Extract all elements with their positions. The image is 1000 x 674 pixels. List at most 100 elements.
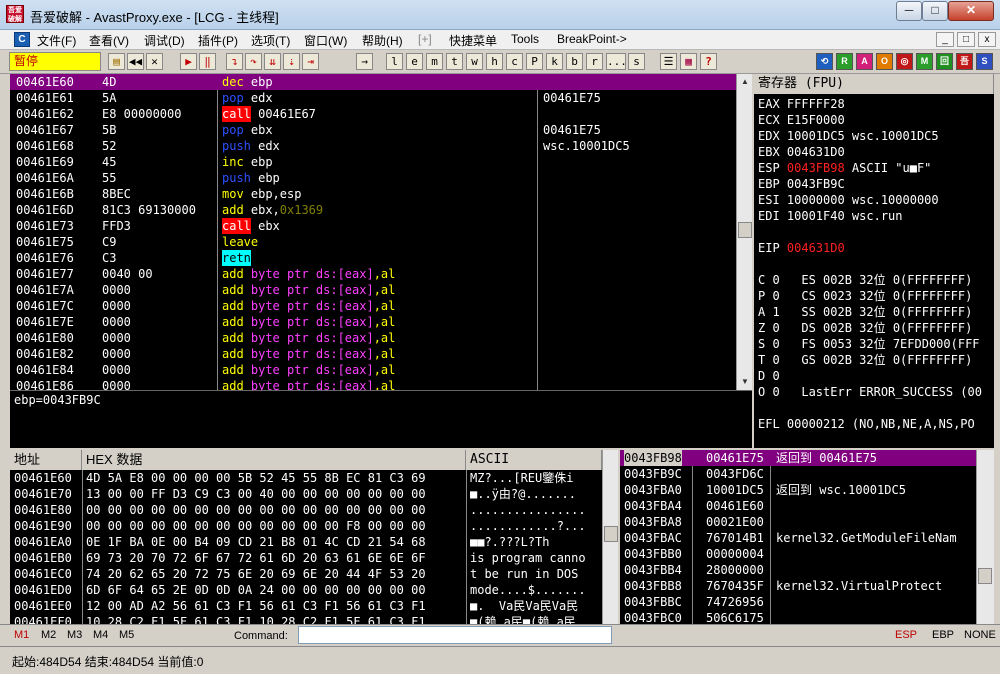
toolbar-btn-r[interactable]: r <box>586 53 603 70</box>
help-icon[interactable]: ? <box>700 53 717 70</box>
register-line[interactable]: D 0 <box>758 368 780 384</box>
disasm-row[interactable]: 00461E84 0000 add byte ptr ds:[eax],al <box>10 362 736 378</box>
disasm-row[interactable]: 00461E67 5B pop ebx 00461E75 <box>10 122 736 138</box>
dump-row[interactable]: 00461E80 00 00 00 00 00 00 00 00 00 00 00… <box>10 502 602 518</box>
child-restore-button[interactable]: □ <box>957 32 975 47</box>
toolbar-btn-p[interactable]: P <box>526 53 543 70</box>
dump-row[interactable]: 00461EF0 10 28 C2 F1 5F 61 C3 F1 10 28 C2… <box>10 614 602 624</box>
toolbar-btn-k[interactable]: k <box>546 53 563 70</box>
disasm-row[interactable]: 00461E86 0000 add byte ptr ds:[eax],al <box>10 378 736 390</box>
register-line[interactable]: EDI 10001F40 wsc.run <box>758 208 903 224</box>
dump-row[interactable]: 00461EB0 69 73 20 70 72 6F 67 72 61 6D 20… <box>10 550 602 566</box>
stack-row[interactable]: 0043FBAC 767014B1 kernel32.GetModuleFileNa… <box>620 530 976 546</box>
menu-shortcut[interactable]: 快捷菜单 <box>449 32 497 49</box>
step-over-icon[interactable]: ↷ <box>245 53 262 70</box>
register-line[interactable]: S 0 FS 0053 32位 7EFDD000(FFF <box>758 336 980 352</box>
disasm-row[interactable]: 00461E7C 0000 add byte ptr ds:[eax],al <box>10 298 736 314</box>
disasm-scroll-thumb[interactable] <box>738 222 752 238</box>
rewind-icon[interactable]: ◀◀ <box>127 53 144 70</box>
disasm-row[interactable]: 00461E69 45 inc ebp <box>10 154 736 170</box>
command-input[interactable] <box>298 626 612 644</box>
scroll-up-icon[interactable]: ▲ <box>737 74 752 90</box>
disasm-row[interactable]: 00461E6B 8BEC mov ebp,esp <box>10 186 736 202</box>
disasm-row[interactable]: 00461E6D 81C3 69130000 add ebx,0x1369 <box>10 202 736 218</box>
register-line[interactable]: EFL 00000212 (NO,NB,NE,A,NS,PO <box>758 416 975 432</box>
menu-file[interactable]: 文件(F) <box>37 32 76 49</box>
register-line[interactable]: ECX E15F0000 <box>758 112 845 128</box>
register-line[interactable]: P 0 CS 0023 32位 0(FFFFFFFF) <box>758 288 972 304</box>
menu-breakpoint[interactable]: BreakPoint-> <box>557 32 627 46</box>
target-icon[interactable]: ◎ <box>896 53 913 70</box>
toolbar-btn-h[interactable]: h <box>486 53 503 70</box>
register-line[interactable]: Z 0 DS 002B 32位 0(FFFFFFFF) <box>758 320 972 336</box>
stack-row[interactable]: 0043FBA0 10001DC5 返回到 wsc.10001DC5 <box>620 482 976 498</box>
toolbar-icon-hui[interactable]: 回 <box>936 53 953 70</box>
trace-over-icon[interactable]: ⇣ <box>283 53 300 70</box>
toolbar-btn-t[interactable]: t <box>446 53 463 70</box>
stack-pane[interactable]: 0043FB98 00461E75 返回到 00461E75 0043FB9C 0043… <box>620 450 976 624</box>
close-button[interactable]: ✕ <box>948 1 994 21</box>
execute-till-return-icon[interactable]: ⇥ <box>302 53 319 70</box>
register-line[interactable]: O 0 LastErr ERROR_SUCCESS (00 <box>758 384 982 400</box>
dump-row[interactable]: 00461EC0 74 20 62 65 20 72 75 6E 20 69 6E… <box>10 566 602 582</box>
stack-row[interactable]: 0043FBB4 28000000 <box>620 562 976 578</box>
toolbar-btn-s[interactable]: s <box>628 53 645 70</box>
register-line[interactable]: ESP 0043FB98 ASCII "u■F" <box>758 160 931 176</box>
tab-m2[interactable]: M2 <box>41 629 56 641</box>
stack-row[interactable]: 0043FBB0 00000004 <box>620 546 976 562</box>
disasm-row[interactable]: 00461E62 E8 00000000 call 00461E67 <box>10 106 736 122</box>
register-line[interactable]: ESI 10000000 wsc.10000000 <box>758 192 939 208</box>
menu-plus[interactable]: [+] <box>418 32 432 46</box>
list-icon[interactable]: ☰ <box>660 53 677 70</box>
toolbar-btn-m[interactable]: m <box>426 53 443 70</box>
dump-scroll-thumb[interactable] <box>604 526 618 542</box>
disasm-row[interactable]: 00461E68 52 push edx wsc.10001DC5 <box>10 138 736 154</box>
tab-m3[interactable]: M3 <box>67 629 82 641</box>
pause-icon[interactable]: ‖ <box>199 53 216 70</box>
stack-row[interactable]: 0043FBBC 74726956 <box>620 594 976 610</box>
register-line[interactable]: EBP 0043FB9C <box>758 176 845 192</box>
disasm-row[interactable]: 00461E61 5A pop edx 00461E75 <box>10 90 736 106</box>
stack-row[interactable]: 0043FBC0 506C6175 <box>620 610 976 624</box>
dump-row[interactable]: 00461EE0 12 00 AD A2 56 61 C3 F1 56 61 C3… <box>10 598 602 614</box>
ebp-toggle[interactable]: EBP <box>932 629 954 641</box>
dump-row[interactable]: 00461E60 4D 5A E8 00 00 00 00 5B 52 45 55… <box>10 470 602 486</box>
disasm-row[interactable]: 00461E77 0040 00 add byte ptr ds:[eax],al <box>10 266 736 282</box>
toolbar-icon-r[interactable]: R <box>836 53 853 70</box>
menu-options[interactable]: 选项(T) <box>251 32 290 49</box>
menu-window[interactable]: 窗口(W) <box>304 32 347 49</box>
register-line[interactable]: A 1 SS 002B 32位 0(FFFFFFFF) <box>758 304 972 320</box>
dump-col-ascii[interactable]: ASCII <box>466 450 602 470</box>
disasm-row[interactable]: 00461E76 C3 retn <box>10 250 736 266</box>
toolbar-icon-a[interactable]: A <box>856 53 873 70</box>
toolbar-icon-s[interactable]: S <box>976 53 993 70</box>
register-line[interactable]: T 0 GS 002B 32位 0(FFFFFFFF) <box>758 352 972 368</box>
step-into-icon[interactable]: ↴ <box>226 53 243 70</box>
goto-icon[interactable]: → <box>356 53 373 70</box>
run-icon[interactable]: ▶ <box>180 53 197 70</box>
memory-dump-pane[interactable]: 地址 HEX 数据 ASCII 00461E60 4D 5A E8 00 00 0… <box>10 450 602 624</box>
dump-col-hex[interactable]: HEX 数据 <box>82 450 466 470</box>
toolbar-icon-m[interactable]: M <box>916 53 933 70</box>
stack-row[interactable]: 0043FB98 00461E75 返回到 00461E75 <box>620 450 976 466</box>
dump-row[interactable]: 00461ED0 6D 6F 64 65 2E 0D 0D 0A 24 00 00… <box>10 582 602 598</box>
menu-tools[interactable]: Tools <box>511 32 539 46</box>
disasm-scrollbar[interactable]: ▲ ▼ <box>736 74 752 390</box>
stack-row[interactable]: 0043FBA8 00021E00 <box>620 514 976 530</box>
dump-row[interactable]: 00461EA0 0E 1F BA 0E 00 B4 09 CD 21 B8 01… <box>10 534 602 550</box>
register-line[interactable]: EDX 10001DC5 wsc.10001DC5 <box>758 128 939 144</box>
cpu-window-icon[interactable]: C <box>14 32 30 47</box>
dump-row[interactable]: 00461E90 00 00 00 00 00 00 00 00 00 00 00… <box>10 518 602 534</box>
toolbar-btn-e[interactable]: e <box>406 53 423 70</box>
close-process-icon[interactable]: ✕ <box>146 53 163 70</box>
maximize-button[interactable]: □ <box>922 1 948 21</box>
dump-col-address[interactable]: 地址 <box>10 450 82 470</box>
child-close-button[interactable]: x <box>978 32 996 47</box>
dump-row[interactable]: 00461E70 13 00 00 FF D3 C9 C3 00 40 00 00… <box>10 486 602 502</box>
none-toggle[interactable]: NONE <box>964 629 996 641</box>
toolbar-btn-ellipsis[interactable]: ... <box>606 53 627 70</box>
disasm-row[interactable]: 00461E73 FFD3 call ebx <box>10 218 736 234</box>
scroll-down-icon[interactable]: ▼ <box>737 374 752 390</box>
tab-m4[interactable]: M4 <box>93 629 108 641</box>
disasm-row[interactable]: 00461E82 0000 add byte ptr ds:[eax],al <box>10 346 736 362</box>
